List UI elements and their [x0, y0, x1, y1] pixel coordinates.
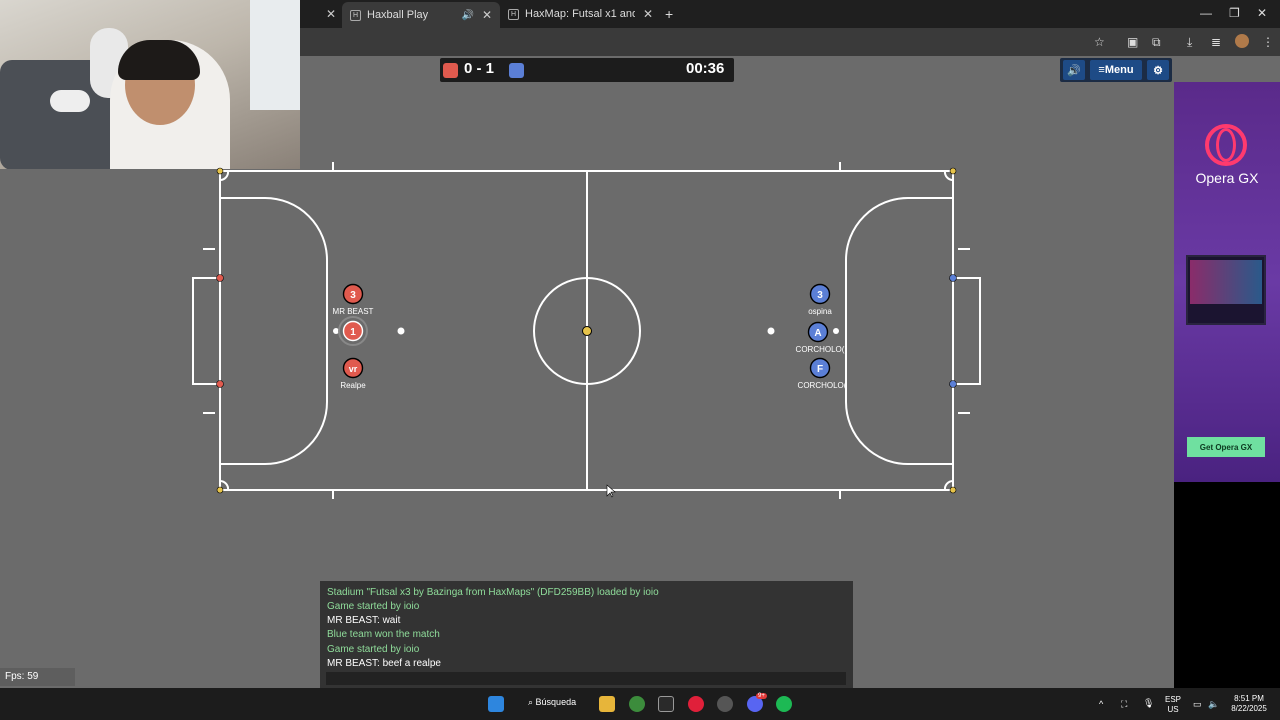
chat-message: MR BEAST: wait [327, 615, 401, 626]
chrome-icon[interactable] [629, 696, 645, 712]
ad-title: Opera GX [1195, 170, 1259, 186]
tab-haxball-play[interactable]: H Haxball Play 🔊 ✕ [342, 2, 500, 28]
chat-message: Game started by ioio [327, 644, 420, 655]
player-name: MR BEAST [332, 307, 374, 316]
tab-close-prev[interactable]: ✕ [322, 4, 336, 24]
discord-badge: 9+ [756, 693, 767, 699]
volume-icon[interactable]: 🔈 [1208, 699, 1219, 709]
display-icon[interactable]: ▭ [1193, 699, 1202, 709]
right-penalty-area [845, 197, 953, 465]
menu-button[interactable]: ≡Menu [1090, 60, 1142, 80]
obs-icon[interactable] [717, 696, 733, 712]
webcam-overlay [0, 0, 300, 169]
futsal-pitch: 3 1 vr 3 A F [192, 162, 981, 499]
app-icon[interactable] [658, 696, 674, 712]
tab-title: Haxball Play [367, 9, 429, 21]
file-explorer-icon[interactable] [599, 696, 615, 712]
minimize-icon[interactable]: — [1200, 6, 1212, 20]
media-icon[interactable]: ≣ [1211, 35, 1221, 49]
close-icon[interactable]: ✕ [643, 7, 653, 21]
red-player-1: 3 [342, 283, 364, 305]
mouse-cursor-icon [606, 484, 616, 498]
close-window-icon[interactable]: ✕ [1257, 6, 1267, 20]
tray-chevron-icon[interactable]: ^ [1099, 699, 1103, 709]
ad-blank-area [1174, 482, 1280, 688]
svg-text:3: 3 [817, 290, 823, 301]
right-goal [953, 277, 981, 385]
chat-message: MR BEAST: beef a realpe [327, 658, 441, 669]
blue-team-swatch [509, 63, 524, 78]
screen: { "browser": { "tabs": [ {"title": "Haxb… [0, 0, 1280, 720]
gear-icon[interactable]: ⚙ [1147, 60, 1169, 80]
player-name: ospina [808, 307, 832, 316]
opera-icon[interactable] [688, 696, 704, 712]
player-name: CORCHOLO( [795, 345, 845, 354]
haxball-icon: H [350, 9, 361, 21]
player-name: Realpe [340, 381, 366, 390]
game-timer: 00:36 [686, 60, 725, 77]
chat-input[interactable] [326, 672, 846, 685]
new-tab-button[interactable]: + [665, 4, 673, 24]
blue-player-2: A [807, 321, 829, 343]
windows-start-icon[interactable] [488, 696, 504, 712]
chat-message: Game started by ioio [327, 601, 420, 612]
taskbar-search[interactable]: ⌕ Búsqueda [528, 697, 576, 708]
tab-haxmap[interactable]: H HaxMap: Futsal x1 and x2 ; by ✕ [508, 4, 656, 24]
chat-message: Blue team won the match [327, 629, 440, 640]
haxmap-icon: H [508, 8, 519, 20]
more-icon[interactable]: ⋮ [1262, 35, 1274, 49]
network-icon[interactable]: ⛶ [1121, 699, 1127, 709]
speaker-icon[interactable]: 🔊 [461, 10, 473, 21]
close-icon[interactable]: ✕ [482, 8, 492, 22]
red-player-3: vr [342, 357, 364, 379]
tab-title: HaxMap: Futsal x1 and x2 ; by [525, 8, 635, 20]
player-name: CORCHOLO( [797, 381, 847, 390]
ball [582, 326, 592, 336]
mic-icon[interactable]: 🎙 [1143, 698, 1154, 708]
red-player-2: 1 [338, 316, 368, 346]
blue-player-3: F [809, 357, 831, 379]
incognito-icon[interactable]: ▣ [1127, 35, 1138, 49]
get-opera-gx-button[interactable]: Get Opera GX [1187, 437, 1265, 457]
profile-avatar[interactable] [1235, 34, 1249, 48]
red-team-swatch [443, 63, 458, 78]
left-goal [192, 277, 220, 385]
svg-text:1: 1 [350, 327, 356, 338]
svg-text:F: F [817, 364, 823, 375]
extensions-icon[interactable]: ⧉ [1152, 35, 1161, 50]
left-penalty-area [220, 197, 328, 465]
restore-icon[interactable]: ❐ [1229, 6, 1240, 20]
svg-text:vr: vr [349, 364, 358, 374]
clock[interactable]: 8:51 PM 8/22/2025 [1226, 694, 1272, 714]
chat-message: Stadium "Futsal x3 by Bazinga from HaxMa… [327, 587, 659, 598]
blue-player-1: 3 [809, 283, 831, 305]
svg-text:3: 3 [350, 290, 356, 301]
speaker-icon[interactable]: 🔊 [1063, 60, 1085, 80]
language-indicator[interactable]: ESP US [1163, 695, 1183, 715]
spotify-icon[interactable] [776, 696, 792, 712]
fps-counter: Fps: 59 [0, 668, 75, 686]
svg-text:A: A [814, 328, 821, 339]
score: 0 - 1 [464, 60, 495, 77]
star-icon[interactable]: ☆ [1094, 35, 1105, 49]
download-icon[interactable]: ⤓ [1187, 35, 1192, 50]
